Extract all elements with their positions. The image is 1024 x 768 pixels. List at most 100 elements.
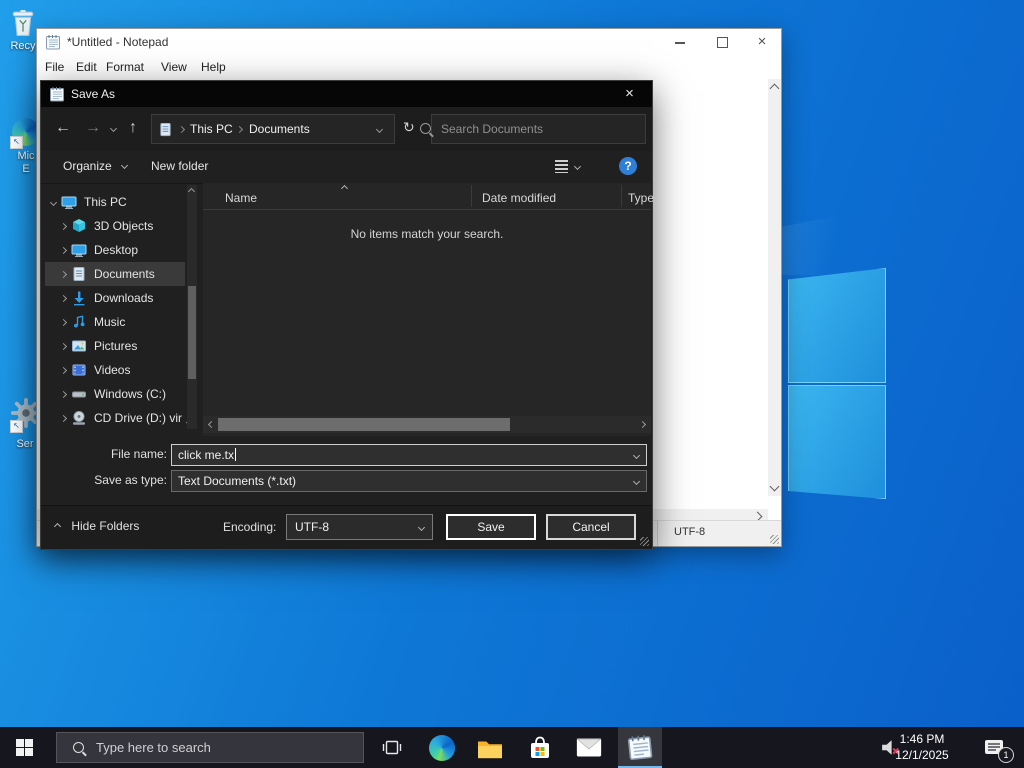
column-name[interactable]: Name [225, 191, 257, 205]
column-type[interactable]: Type [628, 191, 654, 205]
taskbar-edge-button[interactable] [420, 727, 464, 768]
refresh-button[interactable]: ↻ [403, 118, 415, 136]
views-button[interactable] [555, 159, 589, 175]
save-button[interactable]: Save [446, 514, 536, 540]
scroll-right-icon[interactable] [638, 420, 647, 429]
tree-item-music[interactable]: Music [45, 310, 185, 334]
save-as-type-select[interactable]: Text Documents (*.txt) [171, 470, 647, 492]
encoding-value: UTF-8 [295, 520, 329, 534]
chevron-right-icon[interactable] [59, 318, 67, 326]
dialog-navigation-bar: ← → ↑ This PC Documents ↻ Search Documen… [41, 107, 652, 151]
list-horizontal-scrollbar[interactable] [203, 416, 651, 433]
help-button[interactable]: ? [619, 157, 637, 175]
taskbar-clock[interactable]: 1:46 PM 12/1/2025 [882, 731, 962, 763]
search-icon[interactable] [420, 123, 431, 134]
notepad-icon [46, 34, 60, 50]
tree-item-pictures[interactable]: Pictures [45, 334, 185, 358]
close-button[interactable]: × [745, 29, 779, 55]
address-bar[interactable]: This PC Documents [151, 114, 395, 144]
vertical-scrollbar[interactable] [768, 79, 781, 496]
close-button[interactable]: × [607, 81, 652, 107]
taskbar-store-button[interactable] [518, 727, 562, 768]
save-as-type-label: Save as type: [94, 473, 167, 487]
tree-item-videos[interactable]: Videos [45, 358, 185, 382]
scroll-left-icon[interactable] [207, 420, 216, 429]
save-as-type-value: Text Documents (*.txt) [178, 474, 297, 488]
recent-locations-icon[interactable] [109, 124, 118, 133]
scrollbar-thumb[interactable] [188, 286, 196, 379]
chevron-right-icon[interactable] [59, 270, 67, 278]
taskbar-search-box[interactable]: Type here to search [56, 732, 364, 763]
tree-label: Documents [94, 267, 155, 281]
tree-item-desktop[interactable]: Desktop [45, 238, 185, 262]
tree-label: Windows (C:) [94, 387, 167, 401]
scrollbar-thumb[interactable] [218, 418, 510, 431]
chevron-down-icon[interactable] [632, 451, 641, 460]
column-divider[interactable] [621, 185, 622, 207]
column-divider[interactable] [471, 185, 472, 207]
maximize-button[interactable] [705, 29, 739, 55]
chevron-down-icon[interactable] [49, 198, 57, 206]
file-explorer-icon [478, 741, 502, 758]
chevron-right-icon[interactable] [59, 390, 67, 398]
chevron-right-icon[interactable] [59, 414, 67, 422]
scroll-down-icon[interactable] [769, 481, 780, 492]
save-as-dialog: Save As × ← → ↑ This PC Documents ↻ Sear… [40, 80, 654, 550]
microsoft-store-icon [531, 736, 549, 758]
breadcrumb-documents[interactable]: Documents [249, 122, 310, 136]
notepad-titlebar[interactable]: *Untitled - Notepad × [37, 29, 781, 55]
wallpaper-pane-top [788, 268, 886, 383]
search-placeholder[interactable]: Search Documents [441, 122, 543, 136]
breadcrumb-this-pc[interactable]: This PC [190, 122, 233, 136]
taskbar-mail-button[interactable] [567, 727, 611, 768]
menu-view[interactable]: View [161, 60, 187, 74]
search-box[interactable]: Search Documents [420, 114, 646, 144]
chevron-down-icon[interactable] [632, 477, 641, 486]
chevron-right-icon[interactable] [59, 366, 67, 374]
menu-edit[interactable]: Edit [76, 60, 97, 74]
cancel-button[interactable]: Cancel [546, 514, 636, 540]
task-view-button[interactable] [370, 727, 414, 768]
chevron-right-icon[interactable] [59, 294, 67, 302]
taskbar-file-explorer-button[interactable] [468, 727, 512, 768]
address-dropdown-icon[interactable] [375, 125, 384, 134]
dialog-titlebar[interactable]: Save As × [41, 81, 652, 107]
encoding-select[interactable]: UTF-8 [286, 514, 433, 540]
hide-folders-button[interactable]: Hide Folders [53, 519, 139, 533]
menu-file[interactable]: File [45, 60, 64, 74]
menu-format[interactable]: Format [106, 60, 144, 74]
menu-help[interactable]: Help [201, 60, 226, 74]
start-button[interactable] [2, 727, 46, 768]
resize-grip[interactable] [770, 535, 779, 544]
file-list: Name Date modified Type No items match y… [203, 183, 654, 436]
chevron-right-icon[interactable] [59, 246, 67, 254]
forward-button[interactable]: → [85, 119, 101, 137]
new-folder-button[interactable]: New folder [151, 159, 208, 173]
organize-button[interactable]: Organize [63, 159, 129, 173]
tree-item-this-pc[interactable]: This PC [45, 190, 185, 214]
tree-label: Downloads [94, 291, 154, 305]
taskbar-notepad-button[interactable] [618, 727, 662, 768]
tree-item-windows-c[interactable]: Windows (C:) [45, 382, 185, 406]
up-button[interactable]: ↑ [129, 119, 137, 137]
chevron-right-icon[interactable] [59, 222, 67, 230]
tree-item-cd-drive-d[interactable]: CD Drive (D:) vir [45, 406, 185, 430]
tree-item-downloads[interactable]: Downloads [45, 286, 185, 310]
chevron-right-icon[interactable] [59, 342, 67, 350]
back-button[interactable]: ← [55, 119, 71, 137]
tree-item-documents[interactable]: Documents [45, 262, 185, 286]
notepad-menubar: File Edit Format View Help [37, 55, 781, 79]
notification-center-button[interactable]: 1 [972, 727, 1018, 768]
tree-label: This PC [84, 195, 127, 209]
breadcrumb-separator-icon [235, 125, 244, 134]
dialog-footer: Hide Folders Encoding: UTF-8 Save Cancel [41, 505, 652, 549]
minimize-button[interactable] [663, 29, 697, 55]
desktop: Recy ↖ Mic E ↖ Ser *Untitled - Notepad ×… [0, 0, 1024, 768]
tree-scrollbar[interactable] [187, 185, 197, 429]
scroll-up-icon[interactable] [769, 83, 780, 94]
scroll-up-icon[interactable] [187, 187, 196, 196]
tree-item-3d-objects[interactable]: 3D Objects [45, 214, 185, 238]
resize-grip[interactable] [640, 537, 649, 546]
column-date-modified[interactable]: Date modified [482, 191, 556, 205]
file-name-input[interactable]: click me.tx [171, 444, 647, 466]
